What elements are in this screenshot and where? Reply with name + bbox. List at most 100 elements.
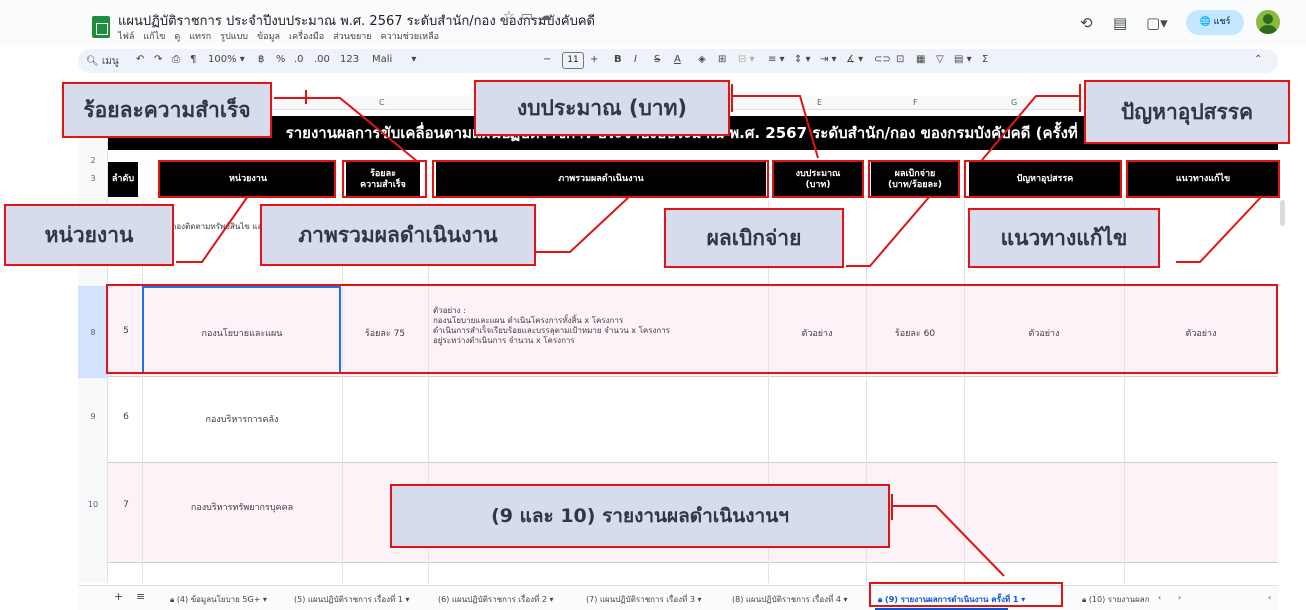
functions-button[interactable]: Σ [982, 54, 988, 65]
history-icon[interactable]: ⟲ [1080, 14, 1093, 32]
sheet-tab-bar: + ≡ 🔒︎ (4) ข้อมูลนโยบาย 5G+ ▾ (5) แผนปฏิ… [78, 585, 1278, 610]
collapse-toolbar-icon[interactable]: ⌃ [1254, 54, 1262, 65]
folder-move-icon[interactable]: ▭ [521, 9, 539, 24]
header-no[interactable]: ลำดับ [108, 162, 138, 197]
sheet-tab[interactable]: 🔒︎ (4) ข้อมูลนโยบาย 5G+ ▾ [170, 593, 267, 606]
callout-disburse: ผลเบิกจ่าย [664, 208, 844, 268]
font-size-increase-button[interactable]: + [590, 54, 598, 65]
font-size-decrease-button[interactable]: − [543, 54, 551, 65]
strikethrough-button[interactable]: S [654, 54, 660, 65]
highlight-header-disburse [868, 160, 960, 198]
align-vertical-icon[interactable]: ⇕ ▾ [794, 54, 811, 65]
chart-icon[interactable]: ▦ [916, 54, 925, 65]
sheet-tab[interactable]: (5) แผนปฏิบัติราชการ เรื่องที่ 1 ▾ [294, 593, 410, 606]
share-button[interactable]: 🌐 แชร์ [1186, 10, 1244, 35]
link-icon[interactable]: ⊂⊃ [874, 54, 891, 65]
column-divider [964, 201, 965, 583]
row-number[interactable]: 3 [78, 174, 108, 183]
vertical-scrollbar[interactable] [1280, 200, 1285, 226]
font-select[interactable]: Mali ▾ [372, 54, 416, 65]
menu-insert[interactable]: แทรก [189, 29, 211, 43]
explore-collapse-icon[interactable]: ‹ [1268, 593, 1271, 602]
cell-no[interactable]: 7 [114, 500, 138, 510]
filter-views-icon[interactable]: ▤ ▾ [954, 54, 972, 65]
menu-format[interactable]: รูปแบบ [220, 29, 248, 43]
column-letter[interactable]: G [1011, 98, 1017, 107]
text-color-button[interactable]: A [674, 54, 681, 65]
column-letter[interactable]: C [379, 98, 385, 107]
column-letter[interactable]: F [913, 98, 918, 107]
merge-cells-icon[interactable]: ⊟ ▾ [738, 54, 755, 65]
menu-view[interactable]: ดู [174, 29, 180, 43]
cell-unit[interactable]: กองบริหารการคลัง [142, 412, 342, 426]
sheet-tab[interactable]: (7) แผนปฏิบัติราชการ เรื่องที่ 3 ▾ [586, 593, 702, 606]
app-header: แผนปฏิบัติราชการ ประจำปีงบประมาณ พ.ศ. 25… [0, 0, 1306, 46]
sheets-logo-icon[interactable] [92, 16, 110, 38]
scroll-tabs-left-icon[interactable]: ‹ [1158, 593, 1161, 602]
row-number[interactable]: 9 [78, 412, 108, 421]
menu-data[interactable]: ข้อมูล [257, 29, 280, 43]
percent-button[interactable]: % [276, 54, 286, 65]
comments-icon[interactable]: ▤ [1113, 14, 1127, 32]
fill-color-icon[interactable]: ◈ [698, 54, 706, 65]
star-icon[interactable]: ☆ [503, 9, 521, 24]
bold-button[interactable]: B [614, 54, 622, 65]
comment-icon[interactable]: ⊡ [896, 54, 904, 65]
text-wrap-icon[interactable]: ⇥ ▾ [820, 54, 837, 65]
callout-budget: งบประมาณ (บาท) [474, 80, 730, 136]
menu-bar: ไฟล์ แก้ไข ดู แทรก รูปแบบ ข้อมูล เครื่อง… [118, 29, 439, 43]
cell-unit[interactable]: กองบริหารทรัพยากรบุคคล [142, 500, 342, 514]
menu-edit[interactable]: แก้ไข [143, 29, 165, 43]
menu-search-icon[interactable]: 🔍︎ เมนู [86, 54, 119, 69]
row-divider [108, 462, 1278, 463]
text-rotation-icon[interactable]: ∡ ▾ [846, 54, 863, 65]
callout-unit: หน่วยงาน [4, 204, 174, 266]
filter-icon[interactable]: ▽ [936, 54, 944, 65]
currency-button[interactable]: ฿ [258, 54, 264, 65]
scroll-tabs-right-icon[interactable]: › [1178, 593, 1181, 602]
align-horizontal-icon[interactable]: ≡ ▾ [768, 54, 785, 65]
sheet-tab[interactable]: (8) แผนปฏิบัติราชการ เรื่องที่ 4 ▾ [732, 593, 848, 606]
callout-overview: ภาพรวมผลดำเนินงาน [260, 204, 536, 266]
highlight-header-problems [964, 160, 1122, 198]
italic-button[interactable]: I [634, 54, 637, 65]
callout-solutions: แนวทางแก้ไข [968, 208, 1160, 268]
meet-icon[interactable]: ▢▾ [1146, 14, 1168, 32]
paint-format-icon[interactable]: ¶ [190, 54, 196, 65]
cloud-saved-icon[interactable]: ☁ [539, 9, 558, 24]
row-divider [108, 562, 1278, 563]
undo-icon[interactable]: ↶ [136, 54, 144, 65]
avatar[interactable] [1256, 10, 1280, 34]
row-number[interactable]: 8 [78, 328, 108, 337]
sheet-tab[interactable]: (6) แผนปฏิบัติราชการ เรื่องที่ 2 ▾ [438, 593, 554, 606]
cell-no[interactable]: 6 [114, 412, 138, 422]
redo-icon[interactable]: ↷ [154, 54, 162, 65]
menu-extensions[interactable]: ส่วนขยาย [333, 29, 371, 43]
add-sheet-icon[interactable]: + [114, 590, 123, 603]
menu-tools[interactable]: เครื่องมือ [289, 29, 324, 43]
row-header-gutter: 2 3 8 9 10 [78, 110, 108, 583]
menu-help[interactable]: ความช่วยเหลือ [381, 29, 439, 43]
zoom-select[interactable]: 100% ▾ [208, 54, 245, 65]
highlight-header-budget [772, 160, 864, 198]
toolbar: 🔍︎ เมนู ↶ ↷ ⎙ ¶ 100% ▾ ฿ % .0 .00 123 Ma… [78, 49, 1278, 73]
highlight-header-percent [342, 160, 427, 198]
row-number[interactable]: 2 [78, 156, 108, 165]
borders-icon[interactable]: ⊞ [718, 54, 726, 65]
sheet-tab[interactable]: 🔒︎ (10) รายงานผลก [1082, 593, 1150, 606]
font-size-input[interactable]: 11 [562, 52, 584, 69]
increase-decimal-button[interactable]: .00 [314, 54, 330, 65]
decrease-decimal-button[interactable]: .0 [294, 54, 304, 65]
highlight-report-tabs [869, 582, 1063, 607]
all-sheets-icon[interactable]: ≡ [136, 590, 145, 603]
row-number[interactable]: 10 [78, 500, 108, 509]
print-icon[interactable]: ⎙ [172, 54, 180, 65]
highlight-header-unit [158, 160, 336, 198]
column-letter[interactable]: E [817, 98, 822, 107]
callout-report-tabs: (9 และ 10) รายงานผลดำเนินงานฯ [390, 484, 890, 548]
more-formats-button[interactable]: 123 [340, 54, 359, 65]
highlight-header-overview [432, 160, 769, 198]
highlight-example-row [106, 284, 1278, 374]
menu-file[interactable]: ไฟล์ [118, 29, 134, 43]
row-divider [108, 376, 1278, 377]
